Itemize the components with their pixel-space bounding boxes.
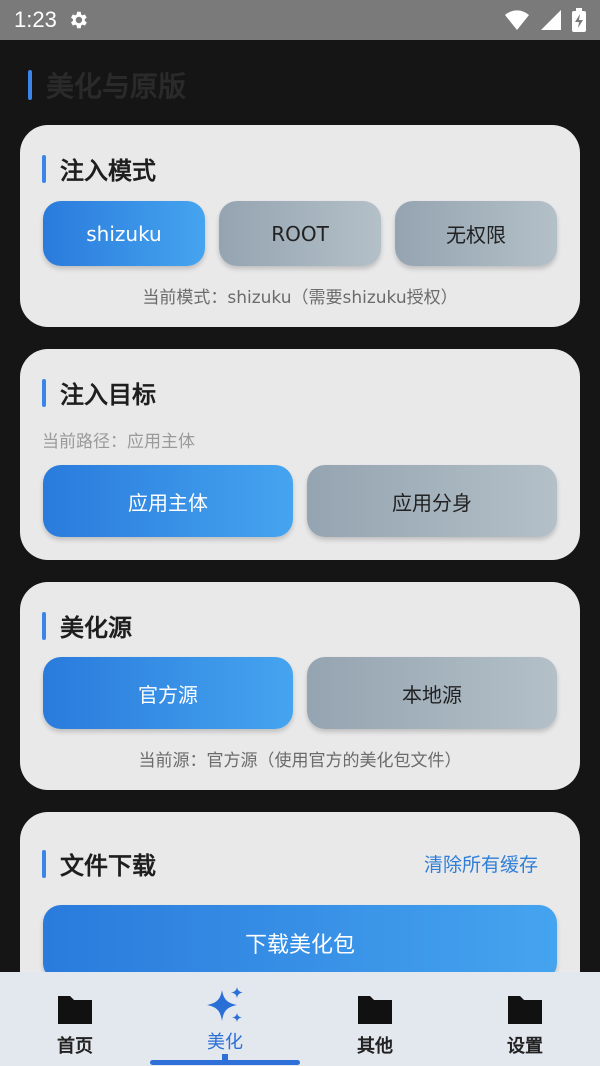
title-accent-bar	[42, 154, 46, 183]
bottom-navigation: 首页 美化 其他 设置	[0, 972, 600, 1066]
nav-beautify[interactable]: 美化	[150, 972, 300, 1066]
nav-active-indicator	[150, 1060, 300, 1065]
signal-icon	[541, 10, 561, 30]
nav-beautify-label: 美化	[207, 1032, 243, 1053]
target-path-note: 当前路径：应用主体	[42, 432, 195, 452]
title-accent-bar	[42, 611, 46, 640]
inject-mode-card: 注入模式 shizuku ROOT 无权限 当前模式：shizuku（需要shi…	[20, 125, 580, 327]
status-icons	[504, 8, 586, 32]
beautify-source-title-text: 美化源	[60, 614, 132, 642]
sparkle-icon	[207, 987, 243, 1022]
section-header: 美化与原版	[28, 68, 187, 103]
title-accent-bar	[42, 378, 46, 407]
wifi-icon	[505, 10, 529, 30]
status-bar: 1:23	[0, 0, 600, 40]
nav-settings-label: 设置	[507, 1036, 543, 1057]
source-official-button[interactable]: 官方源	[43, 657, 293, 729]
nav-home[interactable]: 首页	[0, 972, 150, 1066]
section-accent-bar	[28, 70, 32, 100]
mode-no-permission-button[interactable]: 无权限	[395, 201, 557, 266]
source-local-button[interactable]: 本地源	[307, 657, 557, 729]
folder-icon	[508, 996, 542, 1024]
title-accent-bar	[42, 849, 46, 878]
inject-target-card: 注入目标 当前路径：应用主体 应用主体 应用分身	[20, 349, 580, 560]
mode-shizuku-button[interactable]: shizuku	[43, 201, 205, 266]
settings-gear-icon	[70, 11, 87, 29]
mode-root-button[interactable]: ROOT	[219, 201, 381, 266]
mode-note: 当前模式：shizuku（需要shizuku授权）	[142, 288, 458, 308]
inject-target-title-text: 注入目标	[60, 381, 156, 409]
nav-other-label: 其他	[357, 1036, 393, 1057]
inject-mode-title: 注入模式	[42, 151, 156, 186]
nav-settings[interactable]: 设置	[450, 972, 600, 1066]
inject-target-title: 注入目标	[42, 375, 156, 410]
source-note: 当前源：官方源（使用官方的美化包文件）	[138, 751, 462, 771]
beautify-source-title: 美化源	[42, 608, 132, 643]
nav-home-label: 首页	[57, 1036, 93, 1057]
download-package-button[interactable]: 下载美化包	[43, 905, 557, 981]
battery-icon	[572, 8, 586, 32]
inject-mode-title-text: 注入模式	[60, 157, 156, 185]
nav-other[interactable]: 其他	[300, 972, 450, 1066]
file-download-title-text: 文件下载	[60, 852, 156, 880]
folder-icon	[58, 996, 92, 1024]
target-main-app-button[interactable]: 应用主体	[43, 465, 293, 537]
beautify-source-card: 美化源 官方源 本地源 当前源：官方源（使用官方的美化包文件）	[20, 582, 580, 790]
folder-icon	[358, 996, 392, 1024]
page-title: 美化与原版	[46, 70, 187, 103]
target-clone-app-button[interactable]: 应用分身	[307, 465, 557, 537]
clear-cache-link[interactable]: 清除所有缓存	[424, 850, 538, 877]
status-time: 1:23	[14, 7, 57, 32]
file-download-title: 文件下载	[42, 846, 156, 881]
